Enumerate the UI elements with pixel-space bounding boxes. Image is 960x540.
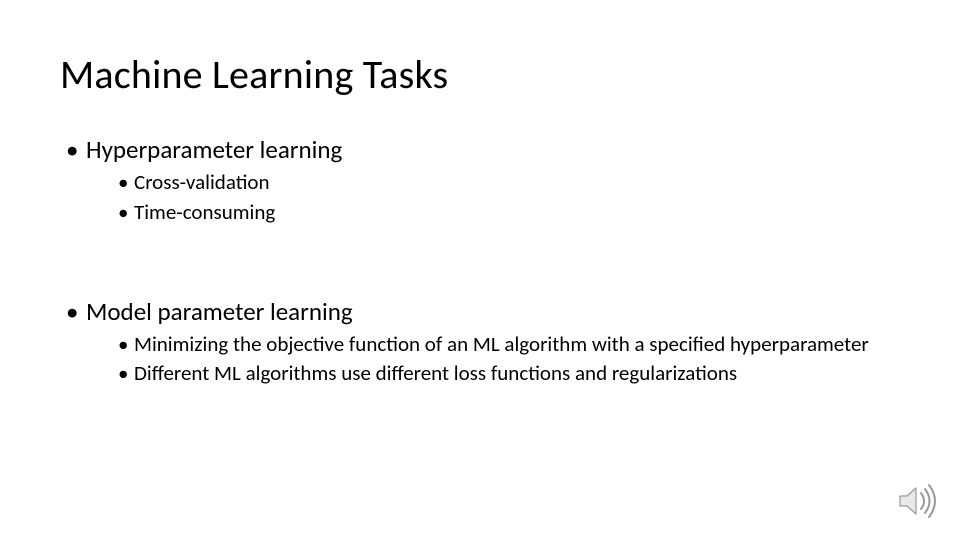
speaker-icon	[896, 480, 938, 522]
bullet-level2-item: Different ML algorithms use different lo…	[86, 360, 900, 387]
bullet-list-level2: Minimizing the objective function of an …	[86, 331, 900, 388]
bullet-level1-item: Hyperparameter learning Cross-validation…	[60, 134, 900, 226]
bullet-list-level2: Cross-validation Time-consuming	[86, 169, 900, 226]
slide-title: Machine Learning Tasks	[60, 50, 900, 99]
slide: Machine Learning Tasks Hyperparameter le…	[0, 0, 960, 540]
bullet-level2-item: Minimizing the objective function of an …	[86, 331, 900, 358]
bullet-list-level1: Model parameter learning Minimizing the …	[60, 296, 900, 388]
bullet-level1-text: Model parameter learning	[86, 296, 353, 327]
bullet-level1-text: Hyperparameter learning	[86, 134, 342, 165]
section-gap	[60, 236, 900, 286]
bullet-level1-item: Model parameter learning Minimizing the …	[60, 296, 900, 388]
bullet-list-level1: Hyperparameter learning Cross-validation…	[60, 134, 900, 226]
bullet-level2-item: Cross-validation	[86, 169, 900, 196]
bullet-level2-item: Time-consuming	[86, 199, 900, 226]
